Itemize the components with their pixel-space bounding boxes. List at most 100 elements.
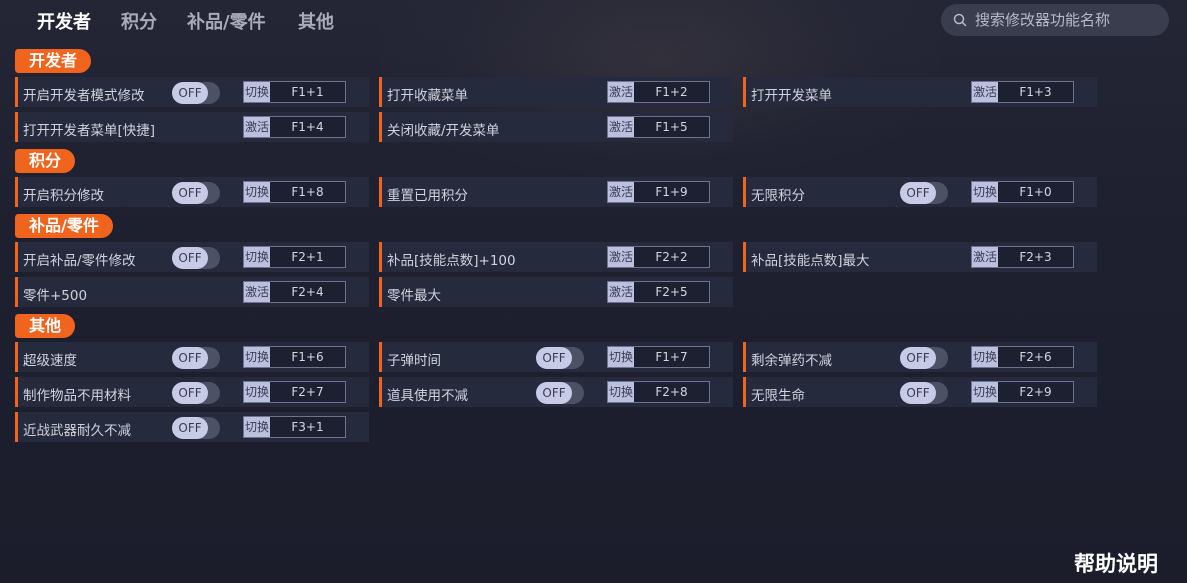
row-open-dev-quick: 打开开发者菜单[快捷] 激活 F1+4 [15,112,369,142]
row-points-mod: 开启积分修改 OFF 切换 F1+8 [15,177,369,207]
hotkey-button[interactable]: 激活 F1+5 [607,116,710,138]
toggle-switch[interactable]: OFF [172,247,220,269]
hotkey-button[interactable]: 激活 F1+4 [243,116,346,138]
hotkey-action: 切换 [244,347,270,367]
row-skill-max: 补品[技能点数]最大 激活 F2+3 [743,242,1097,272]
hotkey-action: 切换 [972,382,998,402]
hotkey-action: 切换 [244,247,270,267]
row-label: 零件+500 [23,288,88,304]
row-label: 制作物品不用材料 [23,388,131,404]
row-dev-mode: 开启开发者模式修改 OFF 切换 F1+1 [15,77,369,107]
row-craft-no-materials: 制作物品不用材料 OFF 切换 F2+7 [15,377,369,407]
top-bar: 开发者 积分 补品/零件 其他 [0,0,1187,42]
search-input[interactable] [973,10,1157,30]
hotkey-button[interactable]: 激活 F1+2 [607,81,710,103]
tab-supply-parts[interactable]: 补品/零件 [187,8,266,34]
row-close-fav-dev: 关闭收藏/开发菜单 激活 F1+5 [379,112,733,142]
toggle-off-label: OFF [900,382,936,404]
hotkey-button[interactable]: 切换 F2+9 [971,381,1074,403]
row-label: 关闭收藏/开发菜单 [387,123,500,139]
section-developer: 开发者 [15,49,92,73]
hotkey-action: 激活 [608,247,634,267]
row-label: 零件最大 [387,288,441,304]
hotkey-key: F1+8 [270,182,345,202]
row-label: 剩余弹药不减 [751,353,832,369]
tab-other[interactable]: 其他 [298,8,334,34]
tab-points[interactable]: 积分 [121,8,157,34]
hotkey-key: F1+9 [634,182,709,202]
section-other: 其他 [15,314,76,338]
row-infinite-life: 无限生命 OFF 切换 F2+9 [743,377,1097,407]
row-melee-durability: 近战武器耐久不减 OFF 切换 F3+1 [15,412,369,442]
hotkey-key: F1+0 [998,182,1073,202]
hotkey-button[interactable]: 切换 F2+8 [607,381,710,403]
hotkey-button[interactable]: 切换 F1+8 [243,181,346,203]
hotkey-button[interactable]: 切换 F1+0 [971,181,1074,203]
hotkey-button[interactable]: 激活 F1+3 [971,81,1074,103]
row-super-speed: 超级速度 OFF 切换 F1+6 [15,342,369,372]
hotkey-key: F1+4 [270,117,345,137]
toggle-switch[interactable]: OFF [172,82,220,104]
toggle-off-label: OFF [172,182,208,204]
search-icon [953,13,967,27]
row-reset-points: 重置已用积分 激活 F1+9 [379,177,733,207]
hotkey-key: F2+7 [270,382,345,402]
row-label: 补品[技能点数]最大 [751,253,870,269]
row-parts-plus500: 零件+500 激活 F2+4 [15,277,369,307]
toggle-switch[interactable]: OFF [172,382,220,404]
hotkey-key: F1+2 [634,82,709,102]
toggle-off-label: OFF [172,82,208,104]
help-link[interactable]: 帮助说明 [1074,548,1158,578]
toggle-off-label: OFF [172,382,208,404]
toggle-switch[interactable]: OFF [172,347,220,369]
hotkey-key: F1+3 [998,82,1073,102]
hotkey-key: F2+8 [634,382,709,402]
hotkey-button[interactable]: 激活 F1+9 [607,181,710,203]
hotkey-key: F2+4 [270,282,345,302]
hotkey-key: F2+2 [634,247,709,267]
hotkey-action: 激活 [608,82,634,102]
row-label: 开启开发者模式修改 [23,88,145,104]
hotkey-button[interactable]: 切换 F2+7 [243,381,346,403]
hotkey-key: F1+6 [270,347,345,367]
toggle-switch[interactable]: OFF [536,347,584,369]
toggle-switch[interactable]: OFF [900,347,948,369]
hotkey-key: F2+9 [998,382,1073,402]
toggle-switch[interactable]: OFF [900,182,948,204]
row-supply-mod: 开启补品/零件修改 OFF 切换 F2+1 [15,242,369,272]
toggle-off-label: OFF [172,247,208,269]
row-items-no-decrease: 道具使用不减 OFF 切换 F2+8 [379,377,733,407]
hotkey-button[interactable]: 激活 F2+4 [243,281,346,303]
hotkey-button[interactable]: 激活 F2+5 [607,281,710,303]
row-label: 打开收藏菜单 [387,88,468,104]
row-label: 超级速度 [23,353,77,369]
row-open-favorites: 打开收藏菜单 激活 F1+2 [379,77,733,107]
hotkey-key: F1+7 [634,347,709,367]
hotkey-button[interactable]: 切换 F2+6 [971,346,1074,368]
hotkey-button[interactable]: 切换 F2+1 [243,246,346,268]
hotkey-key: F2+3 [998,247,1073,267]
row-label: 打开开发菜单 [751,88,832,104]
row-skill-plus100: 补品[技能点数]+100 激活 F2+2 [379,242,733,272]
hotkey-action: 激活 [608,117,634,137]
hotkey-button[interactable]: 激活 F2+2 [607,246,710,268]
hotkey-button[interactable]: 激活 F2+3 [971,246,1074,268]
toggle-switch[interactable]: OFF [900,382,948,404]
hotkey-button[interactable]: 切换 F1+6 [243,346,346,368]
toggle-switch[interactable]: OFF [536,382,584,404]
toggle-switch[interactable]: OFF [172,417,220,439]
hotkey-button[interactable]: 切换 F3+1 [243,416,346,438]
row-parts-max: 零件最大 激活 F2+5 [379,277,733,307]
row-label: 无限生命 [751,388,805,404]
toggle-switch[interactable]: OFF [172,182,220,204]
row-label: 开启积分修改 [23,188,104,204]
row-label: 补品[技能点数]+100 [387,253,516,269]
hotkey-button[interactable]: 切换 F1+1 [243,81,346,103]
row-label: 子弹时间 [387,353,441,369]
hotkey-button[interactable]: 切换 F1+7 [607,346,710,368]
toggle-off-label: OFF [900,182,936,204]
tab-developer[interactable]: 开发者 [37,8,91,34]
search-box[interactable] [941,4,1169,36]
hotkey-action: 激活 [244,117,270,137]
hotkey-action: 激活 [608,282,634,302]
